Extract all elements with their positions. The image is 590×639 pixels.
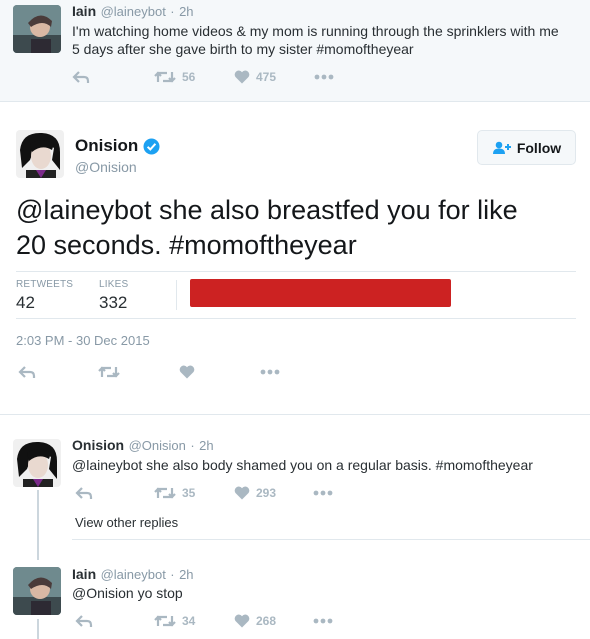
likes-count[interactable]: 332 [99, 293, 127, 313]
tweet-actions [18, 365, 280, 379]
more-dots-icon [313, 618, 333, 624]
follow-button[interactable]: Follow [477, 130, 576, 165]
like-button[interactable]: 268 [234, 614, 313, 628]
author-name[interactable]: Onision [75, 136, 138, 156]
author-handle[interactable]: @Onision [75, 159, 137, 175]
add-user-icon [492, 141, 511, 154]
reply-button[interactable] [75, 486, 154, 500]
heart-icon [234, 70, 250, 84]
retweet-button[interactable] [98, 365, 179, 379]
reply-icon [18, 366, 36, 378]
tweet-text-line: @laineybot she also breastfed you for li… [16, 195, 518, 225]
author-name[interactable]: Iain [72, 3, 96, 19]
tweet-text: @Onision yo stop [72, 585, 183, 601]
retweets-count[interactable]: 42 [16, 293, 35, 313]
thread-line [37, 619, 39, 639]
thread-line [37, 490, 39, 560]
more-dots-icon [260, 369, 280, 375]
like-button[interactable]: 475 [234, 70, 314, 84]
reply-icon [72, 71, 90, 83]
reply-icon [75, 487, 93, 499]
like-count: 293 [256, 486, 277, 500]
reply-divider [72, 539, 590, 540]
retweet-icon [154, 615, 176, 627]
redaction-bar [190, 279, 451, 307]
heart-icon [234, 486, 250, 500]
avatar[interactable] [13, 439, 61, 487]
verified-badge-icon [143, 138, 160, 154]
avatar-photo-icon [13, 567, 61, 615]
separator-dot: · [190, 438, 195, 453]
retweet-button[interactable]: 56 [154, 70, 234, 84]
likes-label: LIKES [99, 279, 129, 290]
reply-button[interactable] [75, 614, 154, 628]
tweet-time[interactable]: 2h [179, 4, 193, 19]
author-name[interactable]: Onision [72, 437, 124, 453]
reply-button[interactable] [18, 365, 98, 379]
retweet-count: 34 [182, 614, 196, 628]
retweet-button[interactable]: 35 [154, 486, 234, 500]
top-tweet[interactable]: Iain @laineybot · 2h I'm watching home v… [0, 0, 590, 102]
more-button[interactable] [313, 618, 333, 624]
retweet-icon [98, 366, 120, 378]
tweet-actions: 56 475 [72, 70, 334, 84]
retweet-count: 56 [182, 70, 196, 84]
tweet-actions: 34 268 [75, 614, 333, 628]
tweet-time[interactable]: 2h [179, 567, 193, 582]
like-count: 475 [256, 70, 277, 84]
author-handle[interactable]: @laineybot [101, 567, 166, 582]
reply-button[interactable] [72, 70, 154, 84]
tweet-timestamp[interactable]: 2:03 PM - 30 Dec 2015 [16, 333, 150, 348]
more-dots-icon [313, 490, 333, 496]
more-button[interactable] [313, 490, 333, 496]
tweet-text: I'm watching home videos & my mom is run… [72, 22, 582, 58]
avatar[interactable] [13, 567, 61, 615]
retweet-icon [154, 487, 176, 499]
tweet-text: @laineybot she also body shamed you on a… [72, 457, 533, 473]
author-handle[interactable]: @Onision [129, 438, 186, 453]
avatar-photo-icon [13, 5, 61, 53]
view-other-replies-link[interactable]: View other replies [75, 515, 178, 530]
tweet-text: @laineybot she also breastfed you for li… [16, 193, 576, 263]
tweet-text-line: 20 seconds. #momoftheyear [16, 230, 357, 260]
retweet-icon [154, 71, 176, 83]
more-button[interactable] [314, 74, 334, 80]
separator-dot: · [170, 4, 175, 19]
author-name[interactable]: Iain [72, 566, 96, 582]
like-count: 268 [256, 614, 277, 628]
follow-label: Follow [516, 139, 562, 156]
more-button[interactable] [260, 369, 280, 375]
tweet-text-line: 5 days after she gave birth to my sister… [72, 41, 414, 57]
retweets-label: RETWEETS [16, 279, 74, 290]
section-divider [0, 414, 590, 415]
retweet-count: 35 [182, 486, 196, 500]
avatar-photo-icon [13, 439, 61, 487]
tweet-text-line: I'm watching home videos & my mom is run… [72, 23, 559, 39]
retweet-button[interactable]: 34 [154, 614, 234, 628]
heart-icon [234, 614, 250, 628]
heart-icon [179, 365, 195, 379]
stats-divider [176, 280, 177, 310]
avatar-photo-icon [16, 130, 64, 178]
avatar[interactable] [16, 130, 64, 178]
tweet-actions: 35 293 [75, 486, 333, 500]
like-button[interactable] [179, 365, 260, 379]
avatar[interactable] [13, 5, 61, 53]
tweet-time[interactable]: 2h [199, 438, 213, 453]
like-button[interactable]: 293 [234, 486, 313, 500]
reply-icon [75, 615, 93, 627]
separator-dot: · [170, 567, 175, 582]
author-handle[interactable]: @laineybot [101, 4, 166, 19]
more-dots-icon [314, 74, 334, 80]
